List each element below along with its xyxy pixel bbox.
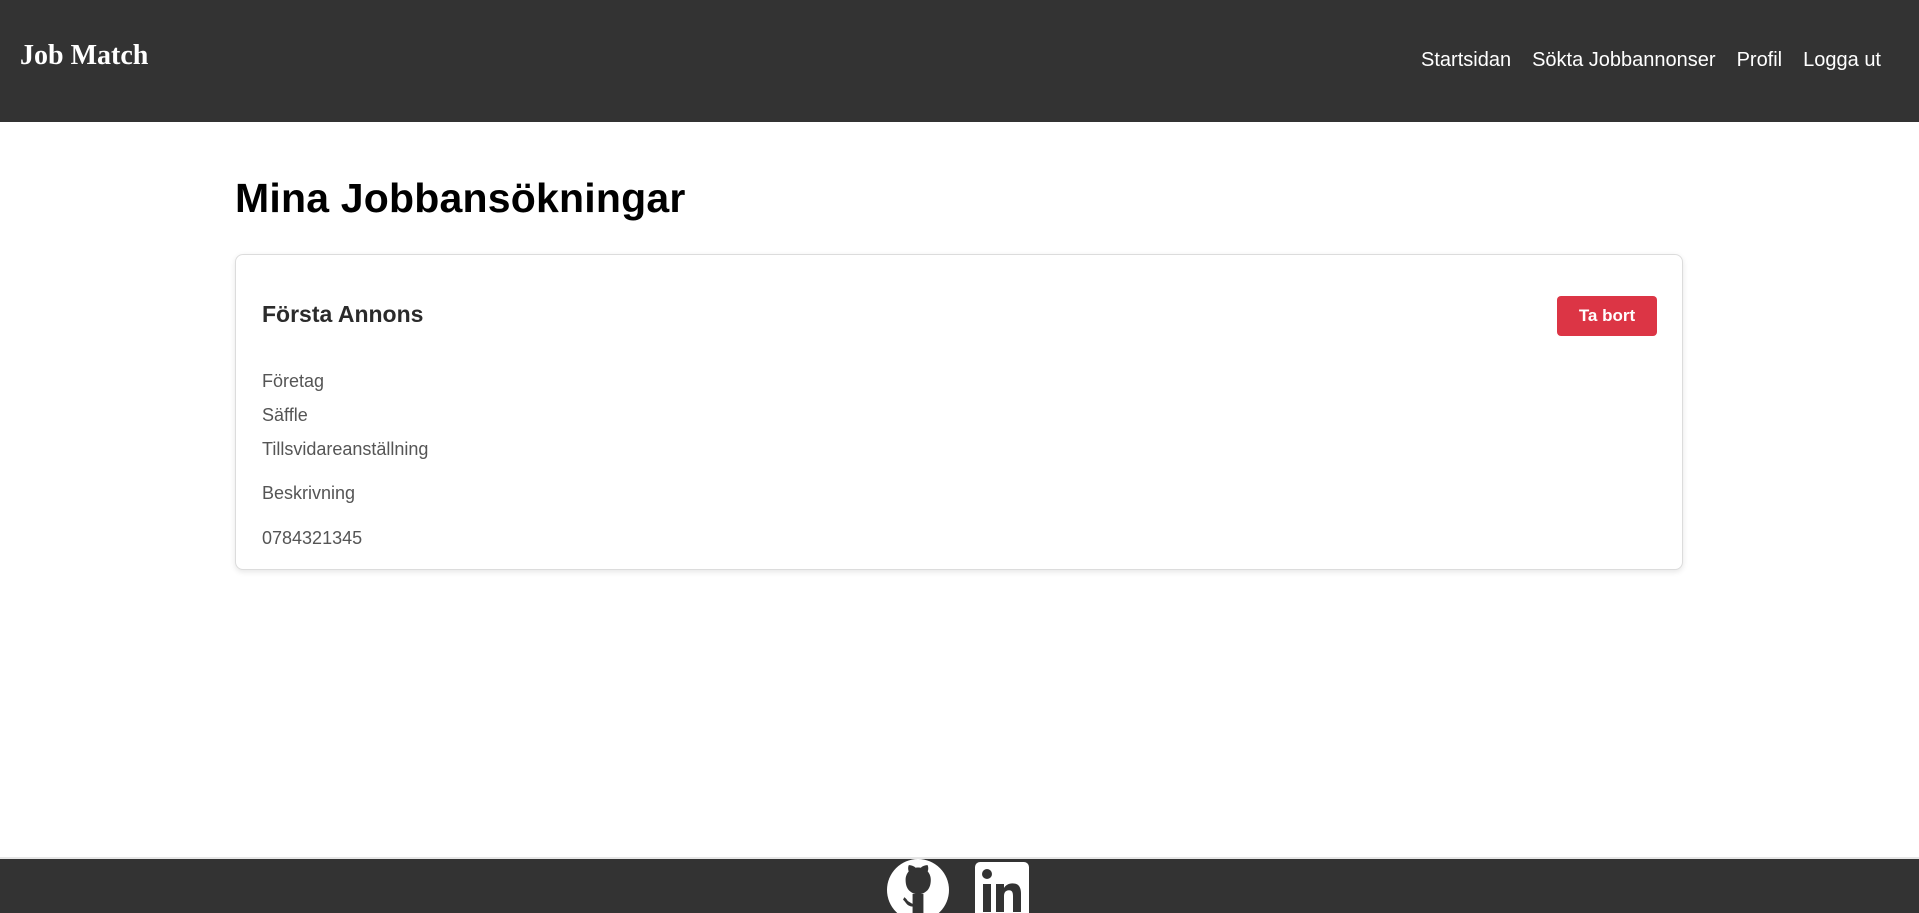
application-description: Beskrivning — [262, 483, 356, 503]
nav-link-logga-ut[interactable]: Logga ut — [1803, 50, 1881, 70]
linkedin-link[interactable] — [975, 862, 1029, 913]
github-icon — [887, 859, 949, 913]
footer — [0, 857, 1919, 913]
nav-link-sokta-jobbannonser[interactable]: Sökta Jobbannonser — [1532, 50, 1715, 70]
page-title: Mina Jobbansökningar — [235, 175, 686, 221]
application-card: Första Annons Ta bort Företag Säffle Til… — [235, 254, 1683, 570]
main-nav: Startsidan Sökta Jobbannonser Profil Log… — [1421, 50, 1881, 70]
delete-button[interactable]: Ta bort — [1557, 296, 1657, 336]
application-title: Första Annons — [262, 301, 424, 327]
linkedin-icon — [975, 862, 1029, 913]
main-content: Mina Jobbansökningar Första Annons Ta bo… — [235, 175, 1685, 570]
top-navbar: Job Match Startsidan Sökta Jobbannonser … — [0, 0, 1919, 122]
page: Job Match Startsidan Sökta Jobbannonser … — [0, 0, 1919, 913]
nav-link-startsidan[interactable]: Startsidan — [1421, 50, 1511, 70]
nav-link-profil[interactable]: Profil — [1737, 50, 1783, 70]
application-city: Säffle — [262, 405, 308, 425]
github-link[interactable] — [887, 859, 949, 913]
application-employment-type: Tillsvidareanställning — [262, 439, 429, 459]
brand-logo[interactable]: Job Match — [20, 42, 148, 70]
application-phone: 0784321345 — [262, 528, 363, 548]
application-company: Företag — [262, 371, 325, 391]
